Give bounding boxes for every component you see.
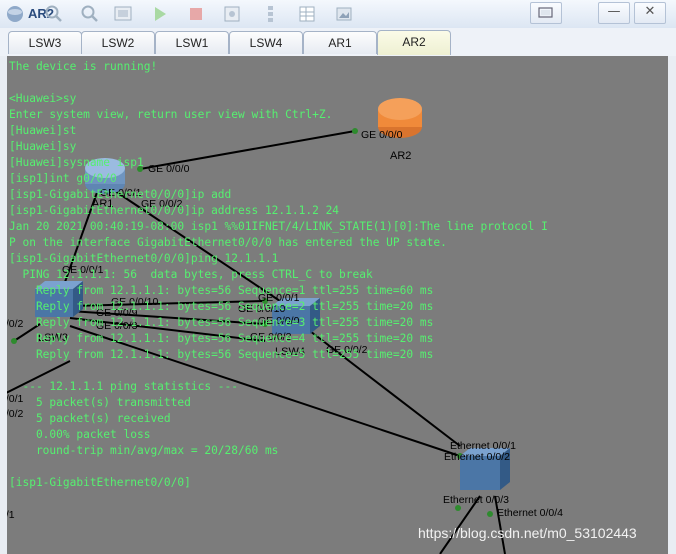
console-line: [Huawei]sy (9, 140, 77, 153)
port-label: Ethernet 0/0/4 (497, 507, 563, 519)
screenshot-icon[interactable] (334, 4, 354, 24)
close-button[interactable]: ✕ (634, 2, 666, 24)
console-line: [isp1-GigabitEthernet0/0/0] (9, 476, 191, 489)
tab-ar1[interactable]: AR1 (303, 31, 377, 54)
port-label: Ethernet 0/0/3 (443, 494, 509, 506)
console-icon[interactable] (113, 4, 133, 24)
console-line: [isp1-GigabitEthernet0/0/0]ip add (9, 188, 232, 201)
console-line: Enter system view, return user view with… (9, 108, 333, 121)
minimize-button[interactable]: — (598, 2, 630, 24)
tab-lsw3[interactable]: LSW3 (8, 31, 82, 54)
console-line: --- 12.1.1.1 ping statistics --- (9, 380, 239, 393)
cli-console[interactable]: The device is running! <Huawei>sy Enter sy… (9, 59, 664, 491)
restore-button[interactable] (530, 2, 562, 24)
console-line: Jan 20 2021 00:40:19-08:00 isp1 %%01IFNE… (9, 220, 548, 233)
console-line: The device is running! (9, 60, 158, 73)
window-frame-right (668, 56, 676, 554)
console-line: [isp1]int g0/0/0 (9, 172, 117, 185)
console-line: [Huawei]sysname isp1 (9, 156, 144, 169)
topology-icon[interactable] (260, 4, 280, 24)
console-line: <Huawei>sy (9, 92, 77, 105)
start-icon[interactable] (150, 4, 170, 24)
title-bar: AR2 — ✕ (0, 0, 676, 29)
console-line: [isp1-GigabitEthernet0/0/0]ping 12.1.1.1 (9, 252, 279, 265)
console-line: Reply from 12.1.1.1: bytes=56 Sequence=2… (9, 300, 434, 313)
table-icon[interactable] (297, 4, 317, 24)
console-line: Reply from 12.1.1.1: bytes=56 Sequence=4… (9, 332, 434, 345)
console-line: 0.00% packet loss (9, 428, 151, 441)
console-line: Reply from 12.1.1.1: bytes=56 Sequence=1… (9, 284, 434, 297)
tab-bar: LSW3 LSW2 LSW1 LSW4 AR1 AR2 (0, 28, 676, 56)
app-router-icon (7, 6, 23, 22)
tab-lsw2[interactable]: LSW2 (81, 31, 155, 54)
console-line: Reply from 12.1.1.1: bytes=56 Sequence=3… (9, 316, 434, 329)
stop-icon[interactable] (186, 4, 206, 24)
window-frame-left (0, 56, 7, 554)
console-line: [isp1-GigabitEthernet0/0/0]ip address 12… (9, 204, 340, 217)
capture-icon[interactable] (222, 4, 242, 24)
console-line: round-trip min/avg/max = 20/28/60 ms (9, 444, 279, 457)
minimize-icon: — (607, 4, 621, 19)
watermark-text: https://blog.csdn.net/m0_53102443 (418, 525, 637, 541)
search-zoom-in-icon[interactable] (44, 4, 64, 24)
console-line: 5 packet(s) transmitted (9, 396, 191, 409)
tab-ar2[interactable]: AR2 (377, 30, 451, 55)
tab-lsw4[interactable]: LSW4 (229, 31, 303, 54)
console-line: Reply from 12.1.1.1: bytes=56 Sequence=5… (9, 348, 434, 361)
restore-icon (538, 7, 553, 18)
workspace: AR2 AR1 LSW3 LSW4 GE 0/0/0 GE 0/0/0 GE 0… (0, 56, 676, 554)
console-line: P on the interface GigabitEthernet0/0/0 … (9, 236, 447, 249)
tab-lsw1[interactable]: LSW1 (155, 31, 229, 54)
search-zoom-out-icon[interactable] (80, 4, 100, 24)
console-line: [Huawei]st (9, 124, 77, 137)
console-line: PING 12.1.1.1: 56 data bytes, press CTRL… (9, 268, 373, 281)
close-icon: ✕ (644, 4, 656, 19)
console-line: 5 packet(s) received (9, 412, 171, 425)
